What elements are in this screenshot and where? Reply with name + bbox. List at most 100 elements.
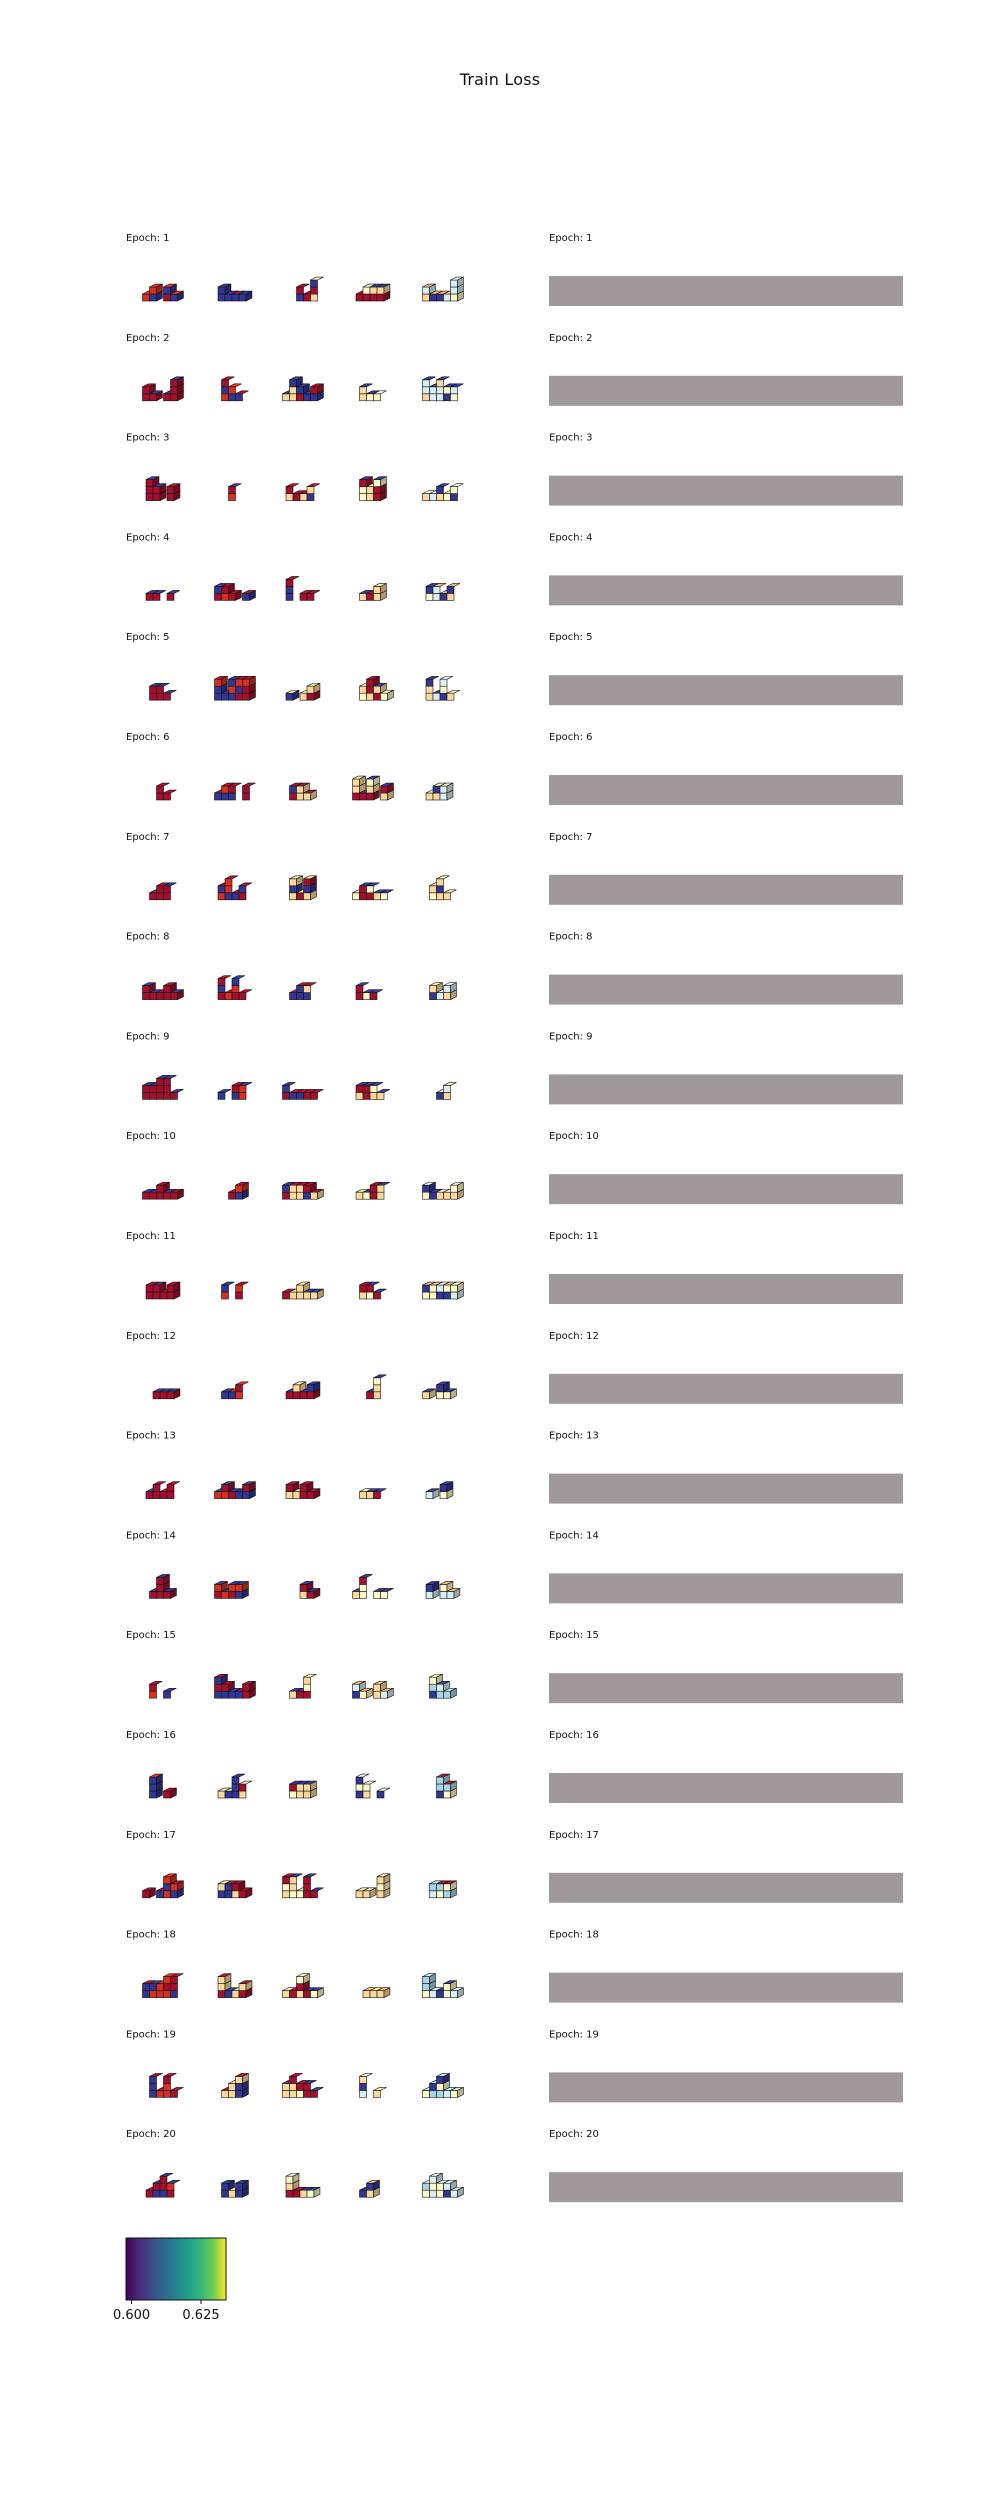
- voxel-sample: [282, 1281, 324, 1300]
- voxel-sample: [359, 476, 387, 502]
- voxel-sample: [422, 1381, 457, 1400]
- colorbar-gradient: [125, 2237, 227, 2301]
- voxel-sample: [149, 1573, 177, 1599]
- voxel-sample: [422, 2072, 464, 2098]
- voxel-sample: [359, 675, 394, 701]
- voxel-sample: [282, 1181, 324, 1200]
- voxel-sample: [142, 376, 184, 402]
- voxel-sample: [282, 1873, 324, 1899]
- epoch-label-right: Epoch: 16: [549, 1730, 599, 1741]
- voxel-sample: [149, 1773, 177, 1799]
- voxel-sample: [355, 1873, 391, 1899]
- voxel-sample: [217, 283, 253, 302]
- epoch-output-panel: [549, 375, 903, 406]
- epoch-output-panel: [549, 276, 903, 306]
- voxel-sample: [285, 483, 321, 501]
- voxel-sample: [145, 476, 181, 502]
- epoch-label-left: Epoch: 4: [126, 532, 170, 543]
- voxel-sample: [142, 1873, 184, 1899]
- epoch-output-panel: [549, 475, 903, 506]
- epoch-label-right: Epoch: 19: [549, 2029, 599, 2040]
- voxel-sample: [285, 2172, 321, 2198]
- voxel-sample: [282, 2073, 324, 2098]
- epoch-label-right: Epoch: 8: [549, 932, 593, 943]
- voxel-sample: [422, 376, 464, 402]
- voxel-sample: [214, 1481, 256, 1500]
- epoch-label-right: Epoch: 15: [549, 1630, 599, 1641]
- voxel-sample: [142, 1973, 184, 1998]
- voxel-sample: [145, 1481, 181, 1499]
- voxel-sample: [214, 782, 256, 801]
- epoch-output-panel: [549, 1972, 903, 2003]
- voxel-sample: [425, 1580, 461, 1599]
- voxel-sample: [425, 1481, 454, 1500]
- voxel-sample: [355, 1773, 391, 1799]
- epoch-label-left: Epoch: 9: [126, 1031, 170, 1042]
- voxel-sample: [289, 1673, 317, 1699]
- epoch-label-right: Epoch: 2: [549, 333, 593, 344]
- voxel-sample: [149, 2073, 184, 2098]
- epoch-label-left: Epoch: 15: [126, 1630, 176, 1641]
- voxel-sample: [282, 1973, 324, 1999]
- epoch-label-left: Epoch: 13: [126, 1431, 176, 1442]
- voxel-sample: [285, 1381, 321, 1400]
- epoch-output-panel: [549, 675, 903, 706]
- voxel-sample: [142, 982, 184, 1001]
- voxel-sample: [156, 782, 177, 801]
- voxel-sample: [422, 1281, 464, 1300]
- epoch-label-left: Epoch: 7: [126, 832, 170, 843]
- voxel-sample: [282, 376, 324, 402]
- voxel-sample: [355, 1181, 391, 1200]
- epoch-label-right: Epoch: 1: [549, 233, 593, 244]
- voxel-sample: [214, 1673, 256, 1699]
- voxel-sample: [214, 675, 256, 701]
- voxel-sample: [285, 1481, 321, 1500]
- epoch-output-panel: [549, 1673, 903, 1704]
- voxel-sample: [149, 882, 177, 901]
- epoch-output-panel: [549, 1373, 903, 1404]
- voxel-sample: [299, 1580, 321, 1599]
- voxel-sample: [359, 1488, 387, 1499]
- voxel-sample: [221, 1381, 249, 1400]
- voxel-sample: [429, 875, 457, 901]
- voxel-sample: [221, 2072, 249, 2098]
- voxel-sample: [289, 982, 317, 1000]
- voxel-sample: [296, 276, 324, 302]
- voxel-sample: [217, 875, 253, 901]
- voxel-sample: [352, 1574, 394, 1599]
- voxel-sample: [355, 982, 384, 1000]
- epoch-label-right: Epoch: 11: [549, 1231, 599, 1242]
- epoch-output-panel: [549, 2172, 903, 2203]
- voxel-sample: [214, 1580, 249, 1599]
- voxel-sample: [285, 682, 321, 701]
- voxel-sample: [214, 582, 256, 601]
- plot-area: Epoch: 1 Epoch: 2 Epoch: 3 Epoch: 4 Epoch: 5…: [113, 233, 903, 2323]
- voxel-sample: [221, 376, 249, 402]
- voxel-sample: [142, 1181, 184, 1200]
- epoch-label-left: Epoch: 8: [126, 932, 170, 943]
- epoch-label-left: Epoch: 2: [126, 333, 170, 344]
- epoch-output-panel: [549, 1773, 903, 1803]
- left-panels: Epoch: 1 Epoch: 2 Epoch: 3 Epoch: 4 Epoch: 5…: [126, 233, 464, 2198]
- voxel-sample: [436, 1773, 457, 1799]
- voxel-sample: [282, 1082, 324, 1100]
- epoch-label-right: Epoch: 9: [549, 1031, 593, 1042]
- voxel-sample: [422, 1973, 464, 1999]
- epoch-label-left: Epoch: 6: [126, 732, 170, 743]
- epoch-label-left: Epoch: 10: [126, 1131, 176, 1142]
- voxel-sample: [425, 675, 461, 701]
- epoch-label-right: Epoch: 5: [549, 632, 593, 643]
- voxel-sample: [355, 1082, 391, 1100]
- epoch-output-panel: [549, 1074, 903, 1105]
- voxel-sample: [142, 283, 184, 302]
- epoch-output-panel: [549, 1174, 903, 1205]
- voxel-sample: [422, 2172, 464, 2198]
- voxel-sample: [145, 1281, 181, 1300]
- voxel-sample: [217, 975, 253, 1000]
- voxel-sample: [217, 1880, 253, 1899]
- epoch-label-left: Epoch: 12: [126, 1331, 176, 1342]
- epoch-label-left: Epoch: 18: [126, 1930, 176, 1941]
- voxel-sample: [221, 1281, 249, 1300]
- colorbar-tick-label: 0.600: [113, 2308, 150, 2323]
- voxel-sample: [355, 283, 391, 302]
